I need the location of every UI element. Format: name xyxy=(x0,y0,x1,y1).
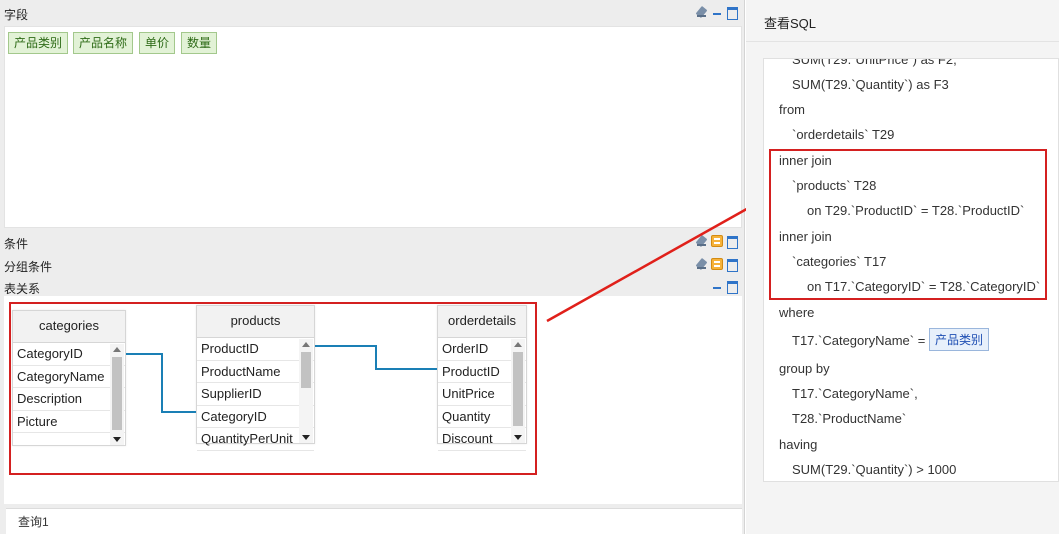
query-tab-bar: 查询1 xyxy=(6,508,742,534)
sql-line: T17.`CategoryName` = xyxy=(792,333,926,348)
join-line-category xyxy=(126,353,196,413)
sql-line: SUM(T29.`Quantity`) > 1000 xyxy=(792,462,957,477)
param-chip[interactable]: 产品类别 xyxy=(929,328,990,351)
join-line-product xyxy=(315,345,437,370)
sql-panel-title: 查看SQL xyxy=(764,16,817,31)
tab-query1[interactable]: 查询1 xyxy=(16,513,51,532)
sql-line: group by xyxy=(779,361,830,376)
join-highlight-box xyxy=(769,149,1047,300)
callout-arrow-line xyxy=(546,204,753,323)
sql-line: T17.`CategoryName`, xyxy=(792,386,918,401)
sql-line: `orderdetails` T29 xyxy=(792,127,895,142)
sql-line: from xyxy=(779,102,805,117)
sql-line: T28.`ProductName` xyxy=(792,411,907,426)
sql-line: SUM(T29.`UnitPrice`) as F2, xyxy=(792,58,957,67)
sql-line: having xyxy=(779,437,818,452)
sql-line: where xyxy=(779,305,815,320)
sql-panel-header: 查看SQL xyxy=(746,0,1059,42)
sql-line: SUM(T29.`Quantity`) as F3 xyxy=(792,77,949,92)
